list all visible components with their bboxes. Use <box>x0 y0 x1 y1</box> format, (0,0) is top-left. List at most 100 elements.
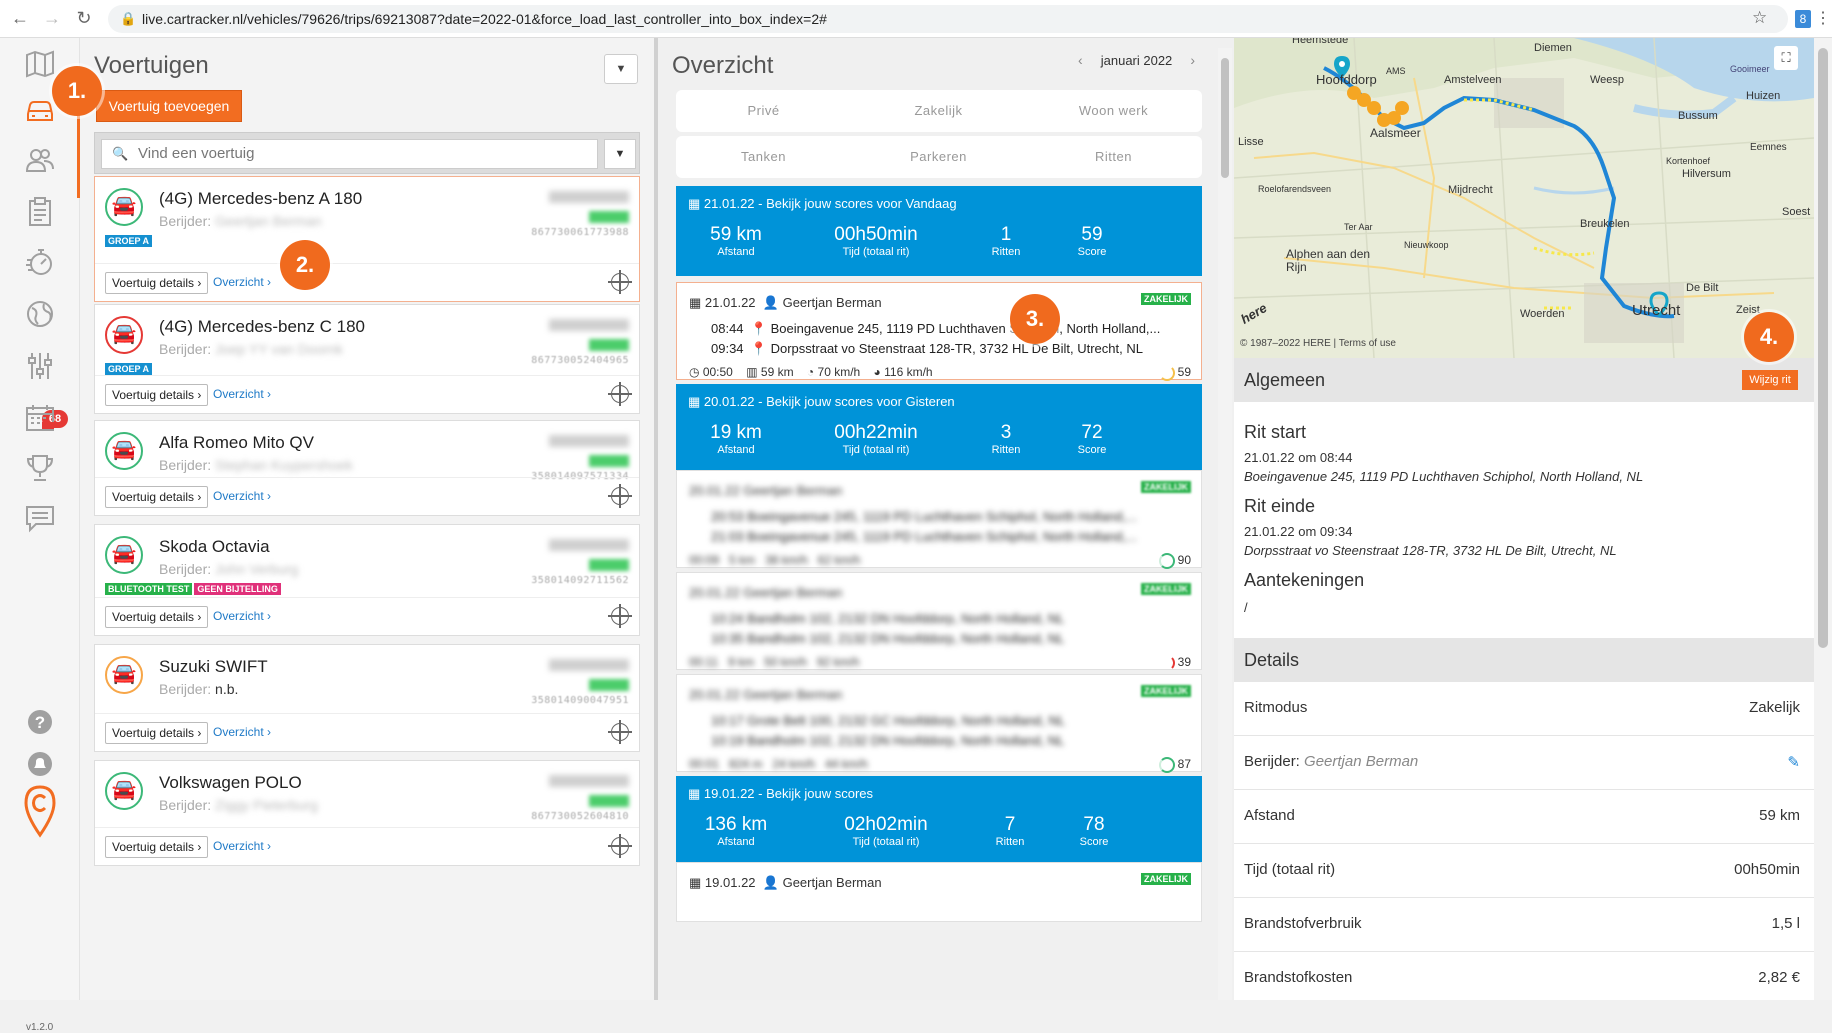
vehicle-name: Suzuki SWIFT <box>159 657 268 676</box>
sliders-icon[interactable] <box>24 350 56 382</box>
tab-zakelijk[interactable]: Zakelijk <box>851 90 1026 132</box>
scrollbar-thumb[interactable] <box>1221 58 1229 178</box>
fullscreen-icon[interactable]: ⛶ <box>1774 46 1798 70</box>
search-input[interactable]: 🔍 Vind een voertuig <box>101 139 598 169</box>
scrollbar-thumb[interactable] <box>1818 48 1828 648</box>
address-bar[interactable]: 🔒 live.cartracker.nl/vehicles/79626/trip… <box>108 5 1788 33</box>
map-icon[interactable] <box>24 48 56 80</box>
vehicle-details-button[interactable]: Voertuig details › <box>105 272 209 294</box>
end-address: Boeingavenue 245, 1119 PD Luchthaven Sch… <box>747 529 1137 544</box>
vehicle-details-button[interactable]: Voertuig details › <box>105 722 209 744</box>
overview-link[interactable]: Overzicht › <box>213 725 271 739</box>
vehicle-name: Skoda Octavia <box>159 537 270 556</box>
day-summary[interactable]: ▦ 20.01.22 - Bekijk jouw scores voor Gis… <box>676 384 1202 474</box>
map-copyright[interactable]: © 1987–2022 HERE | Terms of use <box>1240 338 1396 349</box>
locate-icon[interactable] <box>608 484 632 508</box>
edit-trip-button[interactable]: Wijzig rit <box>1742 370 1798 390</box>
detail-row-trip-mode[interactable]: Ritmodus Zakelijk <box>1234 682 1814 736</box>
vehicle-card[interactable]: 🚘 Skoda Octavia Berijder: John Verburg B… <box>94 524 640 636</box>
tab-tanken[interactable]: Tanken <box>676 136 851 178</box>
cartracker-logo[interactable] <box>24 783 56 843</box>
trip-card[interactable]: 20.01.22 Geertjan Berman ZAKELIJK 10:17 … <box>676 674 1202 773</box>
trip-distance: 9 km <box>728 655 755 669</box>
license-plate <box>549 659 629 671</box>
score-ring-icon <box>1159 655 1175 671</box>
bookmark-star-icon[interactable]: ☆ <box>1752 8 1767 28</box>
globe-icon[interactable] <box>24 298 56 330</box>
locate-icon[interactable] <box>608 720 632 744</box>
trip-card[interactable]: ▦ 19.01.22 👤 Geertjan Berman ZAKELIJK <box>676 862 1202 922</box>
stopwatch-icon[interactable] <box>24 246 56 278</box>
forward-icon[interactable]: → <box>40 8 64 29</box>
overview-scrollbar[interactable] <box>1218 48 1232 1000</box>
end-address: Bandholm 102, 2132 DN Hoofddorp, North H… <box>747 631 1065 646</box>
tab-prive[interactable]: Privé <box>676 90 851 132</box>
vehicle-card[interactable]: 🚘 Alfa Romeo Mito QV Berijder: Stephan K… <box>94 420 640 516</box>
trip-driver: Geertjan Berman <box>743 585 843 600</box>
search-filter-dropdown[interactable]: ▼ <box>604 139 636 169</box>
vehicle-details-button[interactable]: Voertuig details › <box>105 836 209 858</box>
tab-parkeren[interactable]: Parkeren <box>851 136 1026 178</box>
day-summary-title: 19.01.22 - Bekijk jouw scores <box>703 786 874 801</box>
license-plate <box>549 319 629 331</box>
score-ring-icon <box>1158 365 1175 381</box>
vehicles-menu-button[interactable]: ▼ <box>604 54 638 84</box>
clipboard-icon[interactable] <box>24 196 56 228</box>
vehicle-card[interactable]: 🚘 Suzuki SWIFT Berijder: n.b. 3580140900… <box>94 644 640 752</box>
browser-menu-icon[interactable]: ⋮ <box>1815 8 1831 28</box>
locate-icon[interactable] <box>608 834 632 858</box>
map-label: Aalsmeer <box>1370 126 1421 140</box>
help-icon[interactable]: ? <box>24 706 56 738</box>
day-summary[interactable]: ▦ 19.01.22 - Bekijk jouw scores 136 km Af… <box>676 776 1202 866</box>
car-icon[interactable] <box>24 94 56 126</box>
license-plate <box>549 191 629 203</box>
back-icon[interactable]: ← <box>8 8 32 29</box>
vehicle-card[interactable]: 🚘 Volkswagen POLO Berijder: Ziggy Pieter… <box>94 760 640 866</box>
reload-icon[interactable]: ↻ <box>72 8 96 29</box>
overview-link[interactable]: Overzicht › <box>213 275 271 289</box>
trip-driver: Geertjan Berman <box>782 875 882 890</box>
next-month-icon[interactable]: › <box>1190 52 1195 68</box>
notes-label: Aantekeningen <box>1244 570 1365 590</box>
callout-2: 2. <box>280 240 330 290</box>
overview-link[interactable]: Overzicht › <box>213 609 271 623</box>
day-summary[interactable]: ▦ 21.01.22 - Bekijk jouw scores voor Van… <box>676 186 1202 276</box>
detail-scrollbar[interactable] <box>1814 38 1832 1000</box>
extension-icon[interactable]: 8 <box>1795 10 1811 28</box>
pin-icon: 📍 <box>750 341 767 356</box>
end-time: 10:35 <box>711 631 744 646</box>
overview-link[interactable]: Overzicht › <box>213 387 271 401</box>
prev-month-icon[interactable]: ‹ <box>1078 52 1083 68</box>
locate-icon[interactable] <box>608 270 632 294</box>
vehicle-details-button[interactable]: Voertuig details › <box>105 384 209 406</box>
users-icon[interactable] <box>24 144 56 176</box>
trip-card[interactable]: 20.01.22 Geertjan Berman ZAKELIJK 10:24 … <box>676 572 1202 671</box>
bell-icon[interactable] <box>24 748 56 780</box>
detail-row-driver[interactable]: Berijder: Geertjan Berman ✎ <box>1234 736 1814 790</box>
pencil-icon[interactable]: ✎ <box>1787 753 1800 771</box>
vehicle-details-button[interactable]: Voertuig details › <box>105 486 209 508</box>
overview-link[interactable]: Overzicht › <box>213 489 271 503</box>
vehicle-card[interactable]: 🚘 (4G) Mercedes-benz C 180 Berijder: Joe… <box>94 304 640 414</box>
trip-card[interactable]: ▦ 21.01.22 👤 Geertjan Berman ZAKELIJK 08… <box>676 282 1202 381</box>
score-value: 59 <box>1081 224 1103 245</box>
trip-card[interactable]: 20.01.22 Geertjan Berman ZAKELIJK 20:53 … <box>676 470 1202 569</box>
locate-icon[interactable] <box>608 382 632 406</box>
tab-woon-werk[interactable]: Woon werk <box>1026 90 1201 132</box>
calendar-car-icon[interactable] <box>24 402 56 434</box>
tab-ritten[interactable]: Ritten <box>1026 136 1201 178</box>
time-label: Tijd (totaal rit) <box>852 836 920 848</box>
route-map[interactable]: Heemstede Diemen Hoofddorp AMS Amstelvee… <box>1234 38 1814 358</box>
vehicle-details-button[interactable]: Voertuig details › <box>105 606 209 628</box>
locate-icon[interactable] <box>608 604 632 628</box>
notes-value[interactable]: / <box>1244 600 1248 615</box>
overview-link[interactable]: Overzicht › <box>213 839 271 853</box>
add-vehicle-button[interactable]: Voertuig toevoegen <box>96 90 242 122</box>
chat-icon[interactable] <box>24 502 56 534</box>
trophy-icon[interactable] <box>24 452 56 484</box>
trip-end-address: Dorpsstraat vo Steenstraat 128-TR, 3732 … <box>1244 543 1617 558</box>
score-value: 78 <box>1083 814 1105 835</box>
trip-date: 20.01.22 <box>689 483 740 498</box>
map-label: Diemen <box>1534 42 1572 54</box>
vehicle-card[interactable]: 🚘 (4G) Mercedes-benz A 180 Berijder: Gee… <box>94 176 640 302</box>
